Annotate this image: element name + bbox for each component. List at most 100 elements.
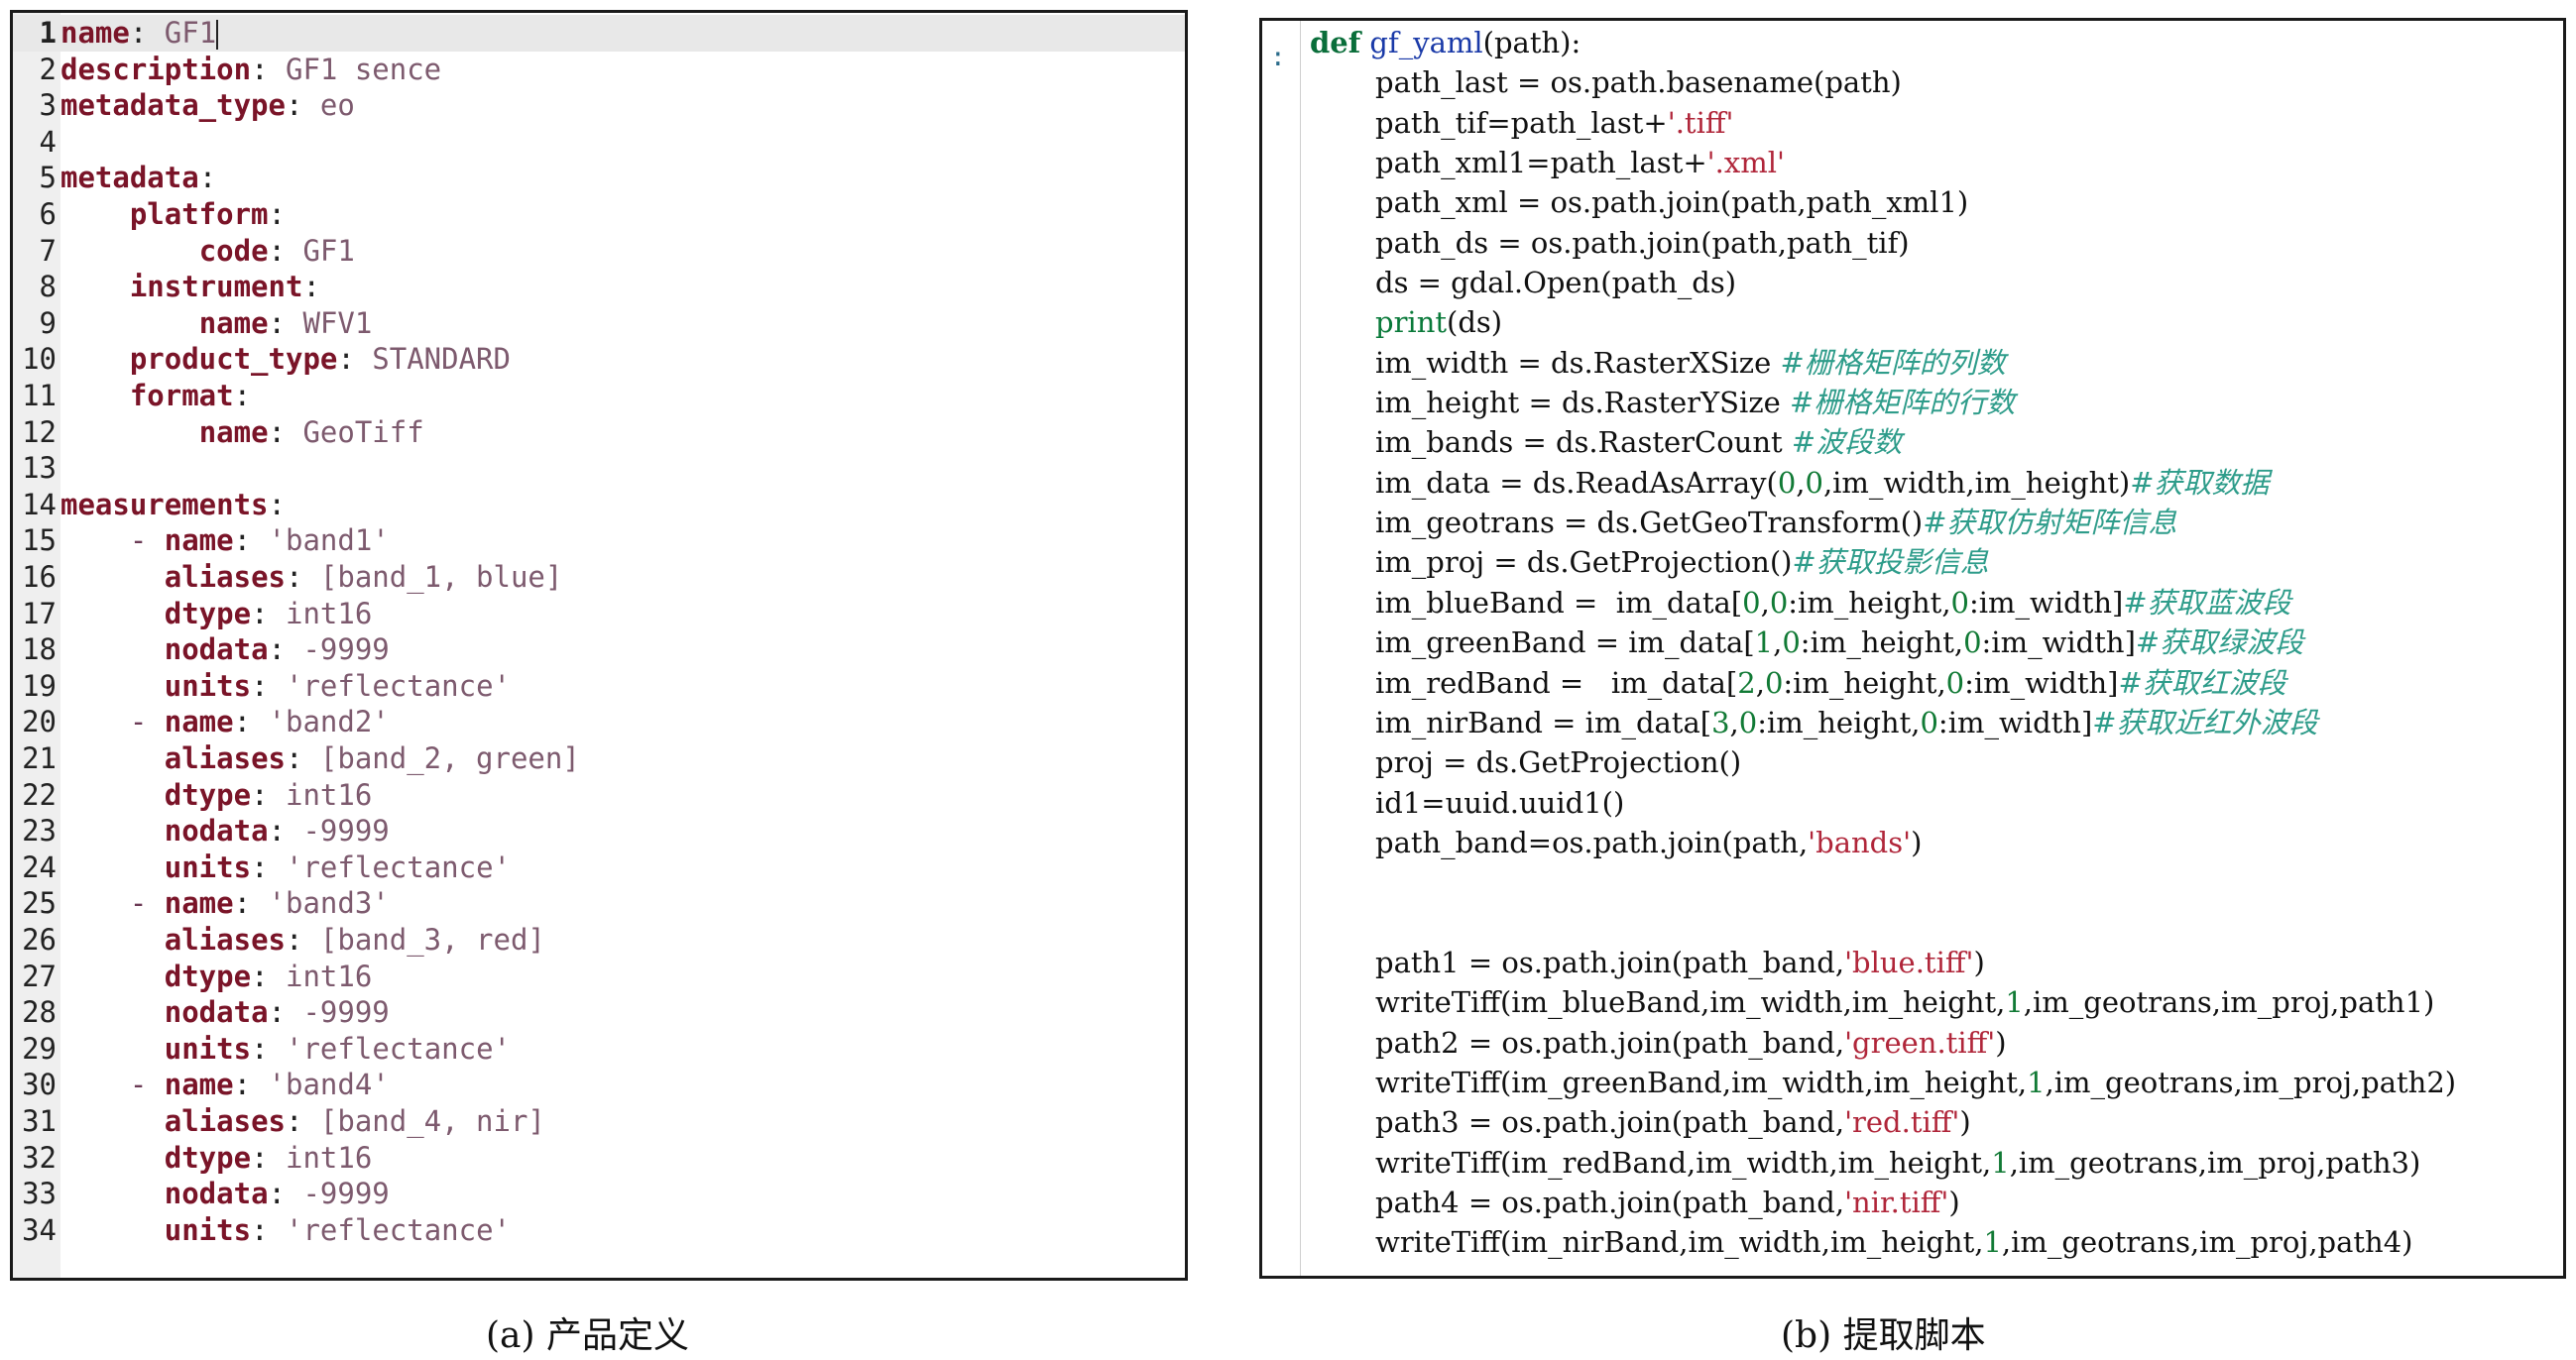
yaml-editor-panel[interactable]: 1 name: GF1 2 description: GF1 sence 3 metada… — [10, 10, 1188, 1281]
yaml-line[interactable]: 11 format: — [13, 378, 251, 414]
python-script-panel[interactable]: : def gf_yaml(path): path_last = os.path.… — [1259, 18, 2566, 1279]
yaml-line[interactable]: 32 dtype: int16 — [13, 1140, 372, 1177]
yaml-line[interactable]: 9 name: WFV1 — [13, 305, 373, 342]
yaml-line[interactable]: 3 metadata_type: eo — [13, 87, 355, 124]
yaml-line[interactable]: 23 nodata: -9999 — [13, 813, 390, 850]
yaml-value: 'band2' — [268, 705, 390, 739]
yaml-value: eo — [319, 88, 355, 123]
line-number: 2 — [39, 52, 57, 86]
yaml-value: GF1 — [302, 233, 355, 268]
yaml-key: description — [60, 52, 252, 86]
code-line[interactable]: writeTiff(im_blueBand,im_width,im_height… — [1375, 982, 2434, 1022]
line-number: 3 — [39, 88, 57, 123]
function-definition-line[interactable]: def gf_yaml(path): — [1310, 23, 1581, 62]
yaml-key: metadata_type — [60, 88, 286, 123]
yaml-key: units — [164, 850, 252, 884]
yaml-line[interactable]: 15 - name: 'band1' — [13, 522, 390, 559]
yaml-line[interactable]: 17 dtype: int16 — [13, 596, 372, 632]
yaml-line-text: dtype: int16 — [164, 596, 373, 630]
yaml-key: platform — [129, 197, 269, 231]
yaml-line[interactable]: 24 units: 'reflectance' — [13, 850, 511, 886]
code-line[interactable]: im_greenBand = im_data[1,0:im_height,0:i… — [1375, 623, 2303, 662]
yaml-line[interactable]: 7 code: GF1 — [13, 233, 355, 270]
code-line[interactable]: writeTiff(im_redBand,im_width,im_height,… — [1375, 1143, 2420, 1183]
code-line[interactable]: print(ds) — [1375, 302, 1502, 342]
yaml-key: product_type — [129, 342, 338, 377]
code-line[interactable]: path_band=os.path.join(path,'bands') — [1375, 823, 1922, 862]
code-line[interactable]: path_last = os.path.basename(path) — [1375, 62, 1902, 102]
code-line[interactable]: path2 = os.path.join(path_band,'green.ti… — [1375, 1023, 2007, 1063]
yaml-line-text: - name: 'band3' — [60, 886, 390, 921]
yaml-line[interactable]: 4 — [13, 124, 60, 161]
code-token: , — [1729, 705, 1739, 739]
code-line[interactable]: ds = gdal.Open(path_ds) — [1375, 263, 1736, 302]
code-line[interactable]: path3 = os.path.join(path_band,'red.tiff… — [1375, 1102, 1971, 1142]
code-line[interactable]: im_nirBand = im_data[3,0:im_height,0:im_… — [1375, 703, 2318, 742]
yaml-value: -9999 — [302, 1177, 390, 1211]
yaml-line[interactable]: 2 description: GF1 sence — [13, 52, 442, 88]
yaml-line[interactable]: 13 — [13, 450, 60, 487]
yaml-line-text: aliases: [band_4, nir] — [164, 1104, 545, 1138]
code-line[interactable]: writeTiff(im_greenBand,im_width,im_heigh… — [1375, 1063, 2456, 1102]
yaml-line[interactable]: 28 nodata: -9999 — [13, 994, 390, 1031]
code-token: '.xml' — [1706, 146, 1785, 180]
code-line[interactable]: id1=uuid.uuid1() — [1375, 783, 1624, 823]
code-line[interactable]: im_proj = ds.GetProjection()#获取投影信息 — [1375, 542, 1989, 582]
line-number: 29 — [22, 1031, 57, 1066]
code-line[interactable]: im_blueBand = im_data[0,0:im_height,0:im… — [1375, 583, 2291, 623]
yaml-line[interactable]: 25 - name: 'band3' — [13, 885, 390, 922]
code-line[interactable]: im_redBand = im_data[2,0:im_height,0:im_… — [1375, 663, 2286, 703]
yaml-line[interactable]: 27 dtype: int16 — [13, 959, 372, 995]
yaml-line[interactable]: 8 instrument: — [13, 269, 320, 305]
code-line[interactable]: im_width = ds.RasterXSize #栅格矩阵的列数 — [1375, 343, 2006, 383]
code-token: im_bands = ds.RasterCount — [1375, 425, 1792, 460]
code-line[interactable]: path1 = os.path.join(path_band,'blue.tif… — [1375, 943, 1985, 982]
yaml-line[interactable]: 6 platform: — [13, 196, 286, 233]
yaml-line-text: product_type: STANDARD — [129, 342, 511, 377]
code-token: 0 — [1945, 665, 1965, 700]
yaml-line[interactable]: 1 name: GF1 — [13, 15, 1185, 52]
code-line[interactable]: path_tif=path_last+'.tiff' — [1375, 103, 1733, 143]
yaml-line[interactable]: 29 units: 'reflectance' — [13, 1031, 511, 1068]
code-line[interactable]: path_xml = os.path.join(path,path_xml1) — [1375, 182, 1968, 222]
code-line[interactable]: path_ds = os.path.join(path,path_tif) — [1375, 223, 1910, 263]
yaml-line[interactable]: 26 aliases: [band_3, red] — [13, 922, 545, 959]
yaml-value: [band_3, red] — [319, 923, 545, 957]
yaml-line[interactable]: 30 - name: 'band4' — [13, 1067, 390, 1103]
yaml-key: dtype — [164, 959, 252, 993]
yaml-line[interactable]: 33 nodata: -9999 — [13, 1176, 390, 1212]
yaml-key: units — [164, 1212, 252, 1247]
yaml-line[interactable]: 31 aliases: [band_4, nir] — [13, 1103, 545, 1140]
yaml-line[interactable]: 16 aliases: [band_1, blue] — [13, 559, 562, 596]
yaml-line[interactable]: 5 metadata: — [13, 160, 217, 196]
code-line[interactable]: im_data = ds.ReadAsArray(0,0,im_width,im… — [1375, 463, 2270, 503]
code-token: :im_height, — [1800, 625, 1964, 660]
code-token: path_band=os.path.join(path, — [1375, 825, 1809, 859]
code-token: path2 = os.path.join(path_band, — [1375, 1025, 1845, 1060]
yaml-line[interactable]: 20 - name: 'band2' — [13, 704, 390, 740]
yaml-line[interactable]: 14 measurements: — [13, 487, 286, 523]
code-line[interactable]: im_bands = ds.RasterCount #波段数 — [1375, 422, 1902, 462]
code-line[interactable]: proj = ds.GetProjection() — [1375, 742, 1741, 782]
yaml-line[interactable]: 12 name: GeoTiff — [13, 414, 424, 451]
code-token: 0 — [1769, 585, 1789, 620]
code-token: 0 — [1777, 465, 1797, 500]
code-token: :im_height, — [1783, 665, 1946, 700]
yaml-line[interactable]: 10 product_type: STANDARD — [13, 341, 511, 378]
line-number: 4 — [39, 124, 57, 159]
code-token: id1=uuid.uuid1() — [1375, 785, 1625, 820]
yaml-key: dtype — [164, 777, 252, 812]
code-line[interactable]: path_xml1=path_last+'.xml' — [1375, 143, 1785, 182]
code-token: 'red.tiff' — [1844, 1105, 1960, 1140]
yaml-line[interactable]: 21 aliases: [band_2, green] — [13, 740, 580, 777]
yaml-line[interactable]: 18 nodata: -9999 — [13, 631, 390, 668]
code-line[interactable]: path4 = os.path.join(path_band,'nir.tiff… — [1375, 1183, 1960, 1222]
line-number: 19 — [22, 668, 57, 703]
code-line[interactable]: im_height = ds.RasterYSize #栅格矩阵的行数 — [1375, 383, 2015, 422]
yaml-line[interactable]: 34 units: 'reflectance' — [13, 1212, 511, 1249]
yaml-line[interactable]: 19 units: 'reflectance' — [13, 668, 511, 705]
yaml-key: format — [129, 379, 234, 412]
code-line[interactable]: im_geotrans = ds.GetGeoTransform()#获取仿射矩… — [1375, 503, 2177, 542]
code-line[interactable]: writeTiff(im_nirBand,im_width,im_height,… — [1375, 1222, 2413, 1262]
yaml-line[interactable]: 22 dtype: int16 — [13, 777, 372, 814]
